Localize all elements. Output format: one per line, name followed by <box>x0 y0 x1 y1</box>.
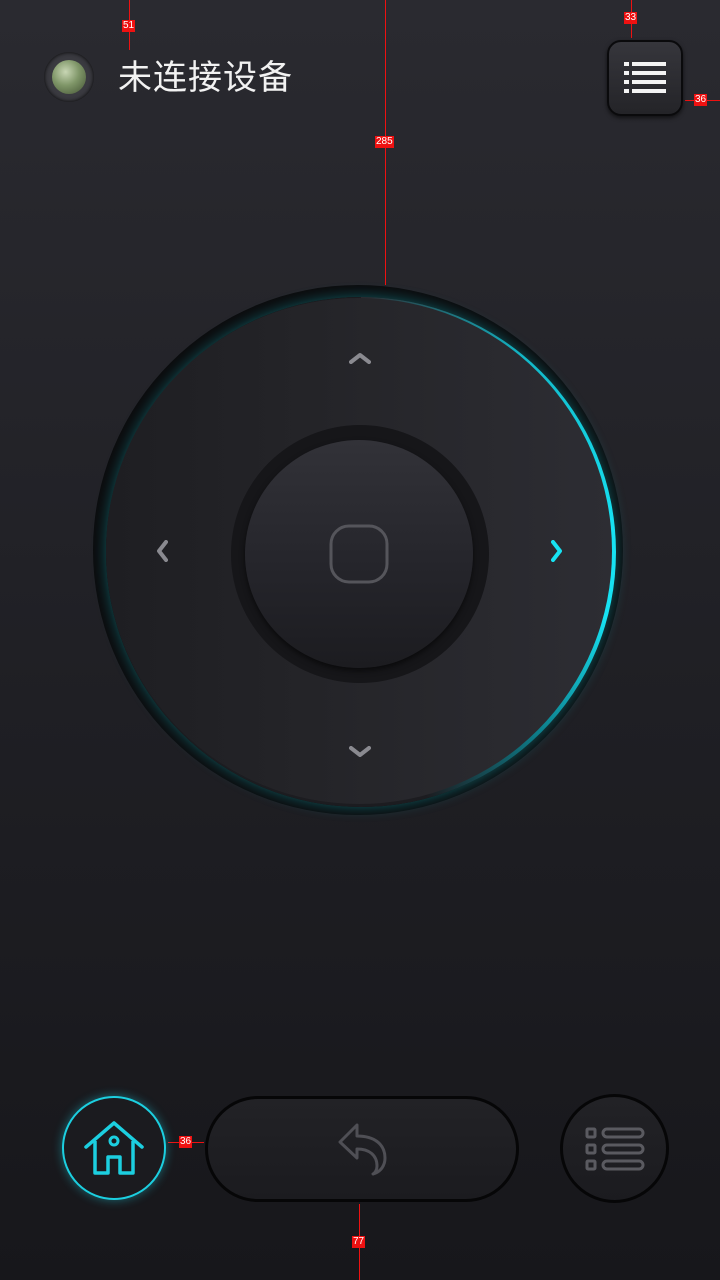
dpad-down-button[interactable] <box>330 722 390 782</box>
connection-status-indicator <box>44 52 94 102</box>
chevron-left-icon <box>156 540 168 566</box>
dpad-right-button[interactable] <box>527 523 587 583</box>
device-status-title: 未连接设备 <box>118 58 293 98</box>
menu-list-icon <box>609 42 681 114</box>
list-icon <box>563 1097 666 1200</box>
dimension-label-top-left: 51 <box>122 20 136 32</box>
home-icon <box>64 1098 164 1198</box>
dimension-label-home-gap: 36 <box>179 1136 193 1148</box>
dimension-label-dpad-top: 285 <box>375 136 394 148</box>
chevron-up-icon <box>349 349 371 368</box>
chevron-right-icon <box>551 540 563 566</box>
dimension-label-right-edge: 36 <box>694 94 708 106</box>
dimension-label-bottom: 77 <box>352 1236 366 1248</box>
home-button[interactable] <box>62 1096 166 1200</box>
dpad-up-button[interactable] <box>330 328 390 388</box>
dimension-label-top-right: 33 <box>624 12 638 24</box>
chevron-down-icon <box>349 743 371 762</box>
back-button[interactable] <box>205 1096 519 1202</box>
list-button[interactable] <box>560 1094 669 1203</box>
back-arrow-icon <box>208 1099 516 1199</box>
rounded-square-icon <box>245 440 473 668</box>
ok-button[interactable] <box>245 440 473 668</box>
menu-button[interactable] <box>607 40 683 116</box>
dpad-left-button[interactable] <box>132 523 192 583</box>
